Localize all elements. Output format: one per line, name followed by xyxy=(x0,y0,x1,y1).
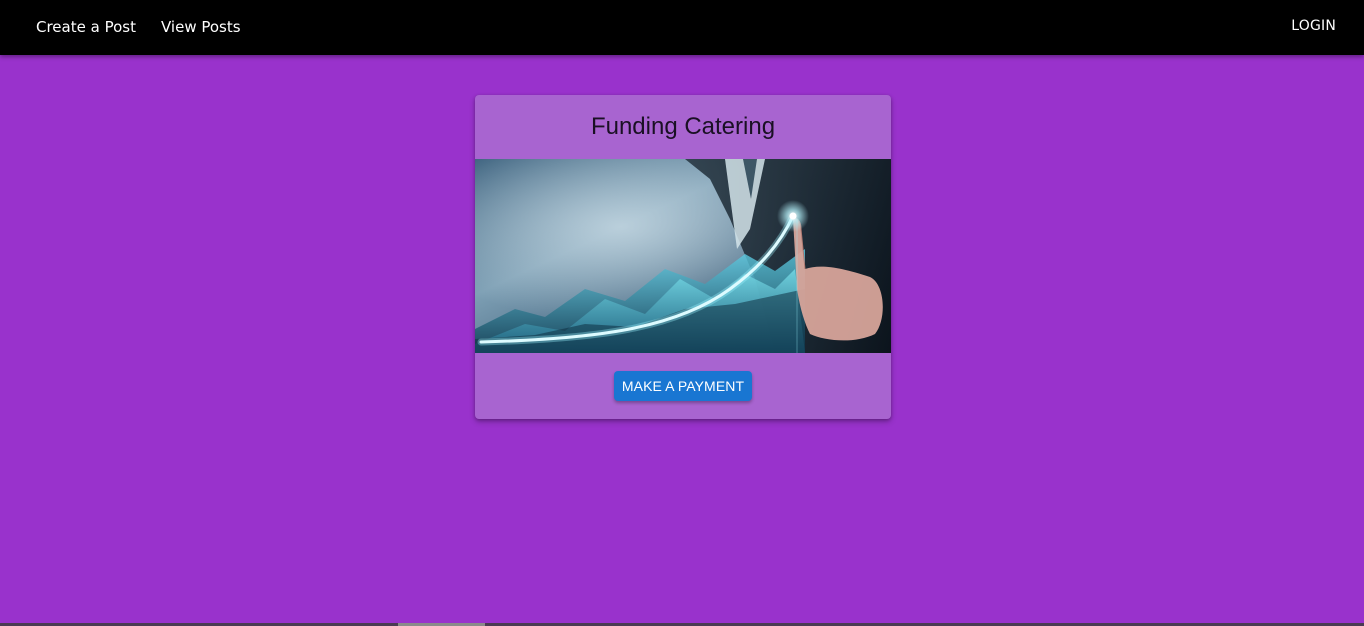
business-growth-chart-image xyxy=(475,159,891,353)
nav-link-create-post[interactable]: Create a Post xyxy=(36,18,136,36)
card-title: Funding Catering xyxy=(590,113,776,140)
login-button[interactable]: LOGIN xyxy=(1291,17,1336,35)
top-navbar: Create a Post View Posts LOGIN xyxy=(0,0,1364,55)
make-payment-button[interactable]: MAKE A PAYMENT xyxy=(614,371,752,401)
nav-link-view-posts[interactable]: View Posts xyxy=(161,18,241,36)
card-actions: MAKE A PAYMENT xyxy=(475,353,891,419)
post-card: Funding Catering MAKE A PAYMENT xyxy=(475,95,891,419)
